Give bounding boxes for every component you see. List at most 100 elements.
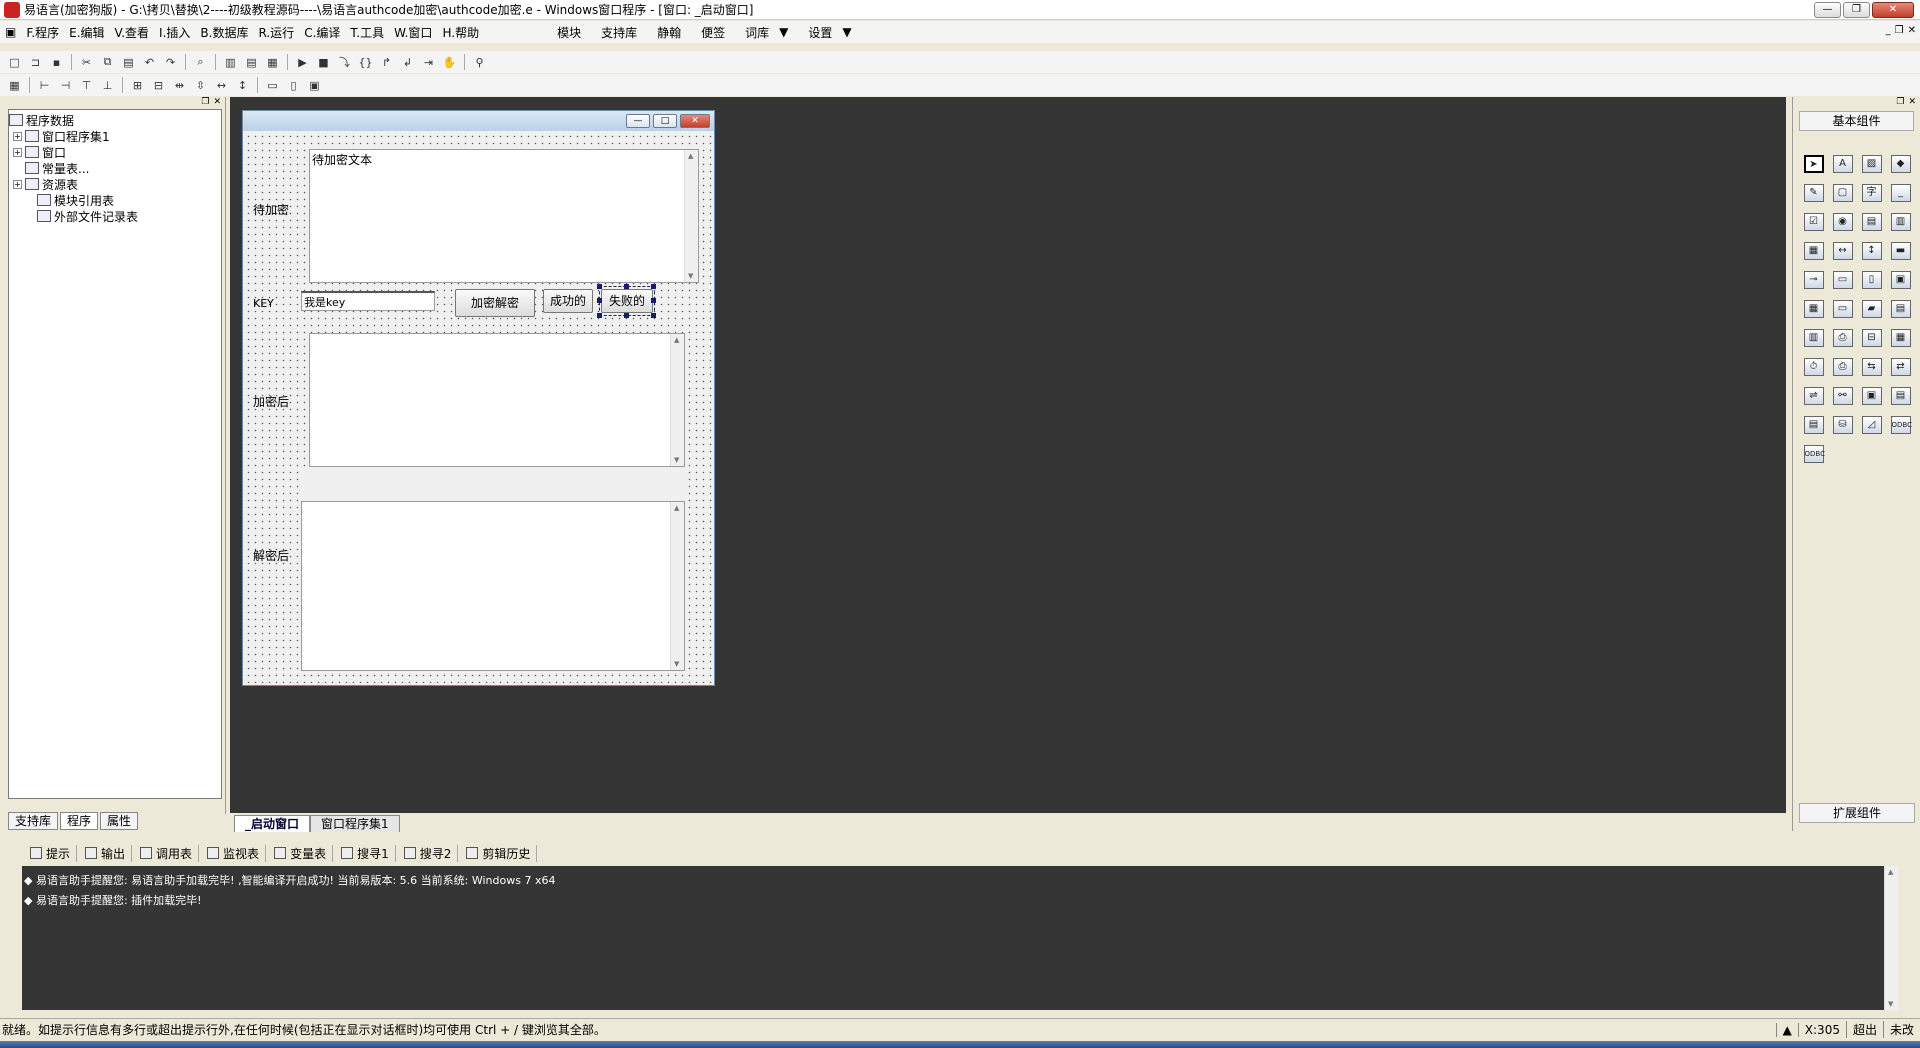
- grid-tool-icon[interactable]: ▦: [1799, 236, 1828, 265]
- new-file-icon[interactable]: □: [6, 54, 23, 70]
- align-bottom-icon[interactable]: ⊥: [99, 77, 116, 93]
- stop-icon[interactable]: ■: [315, 54, 332, 70]
- tab-program[interactable]: 程序: [60, 812, 99, 830]
- close-button[interactable]: ✕: [1872, 2, 1914, 18]
- menu-database[interactable]: B.数据库: [195, 24, 253, 41]
- print-tool-icon[interactable]: ⎙: [1828, 352, 1857, 381]
- network2-tool-icon[interactable]: ⇄: [1886, 352, 1915, 381]
- table-tool-icon[interactable]: ▦: [1886, 323, 1915, 352]
- panel-tool-icon[interactable]: ▤: [1886, 381, 1915, 410]
- step-3-icon[interactable]: ↱: [378, 54, 395, 70]
- radio-tool-icon[interactable]: ◉: [1828, 207, 1857, 236]
- tab-tool-icon[interactable]: ▭: [1828, 265, 1857, 294]
- edit-tool-icon[interactable]: ✎: [1799, 178, 1828, 207]
- resize-handle[interactable]: [597, 284, 602, 289]
- resize-handle[interactable]: [597, 313, 602, 318]
- output-scrollbar[interactable]: ▲ ▼: [1884, 866, 1898, 1010]
- center-v-icon[interactable]: ⊟: [150, 77, 167, 93]
- menu-jinghan[interactable]: 静翰: [652, 24, 686, 41]
- tab-variables[interactable]: 变量表: [268, 844, 334, 862]
- tree-node-module-refs[interactable]: 模块引用表: [9, 192, 221, 208]
- center-h-icon[interactable]: ⊞: [129, 77, 146, 93]
- cut-icon[interactable]: ✂: [78, 54, 95, 70]
- input-key[interactable]: 我是key: [301, 291, 435, 311]
- tree-node-root[interactable]: 程序数据: [9, 112, 221, 128]
- mdi-close-icon[interactable]: ✕: [1908, 25, 1916, 36]
- tab-startup-window[interactable]: _启动窗口: [234, 815, 311, 832]
- vscroll-tool-icon[interactable]: ↕: [1857, 236, 1886, 265]
- pointer-tool-icon[interactable]: ➤: [1799, 149, 1828, 178]
- odbc-tool-icon[interactable]: ODBC: [1886, 410, 1915, 439]
- tab-search1[interactable]: 搜寻1: [335, 844, 396, 862]
- tab-properties[interactable]: 属性: [100, 812, 139, 830]
- picture-tool-icon[interactable]: ▨: [1857, 149, 1886, 178]
- maximize-button[interactable]: ❐: [1843, 2, 1870, 18]
- window-tool-icon[interactable]: ▣: [1857, 381, 1886, 410]
- find-icon[interactable]: ⌕: [192, 54, 209, 70]
- menu-run[interactable]: R.运行: [253, 24, 299, 41]
- tab-call-stack[interactable]: 调用表: [134, 844, 200, 862]
- redo-icon[interactable]: ↷: [162, 54, 179, 70]
- text-tool-icon[interactable]: 字: [1857, 178, 1886, 207]
- step-5-icon[interactable]: ⇥: [420, 54, 437, 70]
- size-h-icon[interactable]: ▯: [285, 77, 302, 93]
- split-tool-icon[interactable]: ⊟: [1857, 323, 1886, 352]
- decrypted-scrollbar[interactable]: ▲ ▼: [670, 502, 684, 670]
- resize-handle[interactable]: [651, 284, 656, 289]
- form-minimize-icon[interactable]: —: [626, 114, 650, 128]
- form-maximize-icon[interactable]: □: [653, 114, 677, 128]
- success-button[interactable]: 成功的: [543, 289, 593, 313]
- menu-dict[interactable]: 词库: [740, 24, 774, 41]
- input-plaintext[interactable]: 待加密文本 ▲ ▼: [309, 149, 699, 283]
- tab-output[interactable]: 输出: [79, 844, 133, 862]
- dict-dropdown-icon[interactable]: ▼: [774, 25, 793, 39]
- tree-node-external-files[interactable]: 外部文件记录表: [9, 208, 221, 224]
- grid-icon[interactable]: ▦: [6, 77, 23, 93]
- same-width-icon[interactable]: ↔: [213, 77, 230, 93]
- frame-tool-icon[interactable]: ▣: [1886, 265, 1915, 294]
- connect-tool-icon[interactable]: ⇌: [1799, 381, 1828, 410]
- form-close-icon[interactable]: ✕: [680, 114, 710, 128]
- paste-icon[interactable]: ▤: [120, 54, 137, 70]
- folder-tool-icon[interactable]: ▰: [1857, 294, 1886, 323]
- hscroll-tool-icon[interactable]: ↔: [1828, 236, 1857, 265]
- database-tool-icon[interactable]: ⛁: [1828, 410, 1857, 439]
- menu-help[interactable]: H.帮助: [437, 24, 484, 41]
- resize-handle[interactable]: [624, 284, 629, 289]
- network-tool-icon[interactable]: ⇆: [1857, 352, 1886, 381]
- layout-2-icon[interactable]: ▤: [243, 54, 260, 70]
- chart-tool-icon[interactable]: ◿: [1857, 410, 1886, 439]
- copy-icon[interactable]: ⧉: [99, 54, 116, 70]
- label-tool-icon[interactable]: A: [1828, 149, 1857, 178]
- step-1-icon[interactable]: ⤵: [336, 54, 353, 70]
- status-arrow-icon[interactable]: ▲: [1775, 1022, 1798, 1037]
- open-folder-icon[interactable]: ⊐: [27, 54, 44, 70]
- mdi-minimize-icon[interactable]: _: [1886, 25, 1891, 36]
- size-w-icon[interactable]: ▭: [264, 77, 281, 93]
- tab-search2[interactable]: 搜寻2: [398, 844, 459, 862]
- odbc2-tool-icon[interactable]: ODBC: [1799, 439, 1828, 468]
- menu-notes[interactable]: 便签: [696, 24, 730, 41]
- output-encrypted[interactable]: ▲ ▼: [309, 333, 685, 467]
- toolbar-tool-icon[interactable]: ▥: [1799, 323, 1828, 352]
- progress-tool-icon[interactable]: ▬: [1886, 236, 1915, 265]
- combobox-tool-icon[interactable]: ▥: [1886, 207, 1915, 236]
- settings-dropdown-icon[interactable]: ▼: [837, 25, 856, 39]
- resize-handle[interactable]: [651, 298, 656, 303]
- align-left-icon[interactable]: ⊢: [36, 77, 53, 93]
- menu-module[interactable]: 模块: [552, 24, 586, 41]
- tree-node-assembly[interactable]: + 窗口程序集1: [9, 128, 221, 144]
- panel-restore-icon[interactable]: ❐: [201, 97, 209, 109]
- menu-settings[interactable]: 设置: [803, 24, 837, 41]
- menu-insert[interactable]: I.插入: [154, 24, 195, 41]
- listbox-tool-icon[interactable]: ▤: [1857, 207, 1886, 236]
- tab-clip-history[interactable]: 剪辑历史: [460, 844, 538, 862]
- menu-window[interactable]: W.窗口: [389, 24, 437, 41]
- menu-support-lib[interactable]: 支持库: [596, 24, 642, 41]
- shape-tool-icon[interactable]: ◆: [1886, 149, 1915, 178]
- same-height-icon[interactable]: ↕: [234, 77, 251, 93]
- scrollbar-tool-icon[interactable]: ▯: [1857, 265, 1886, 294]
- timer-tool-icon[interactable]: ⏱: [1799, 352, 1828, 381]
- tree-node-window[interactable]: + 窗口: [9, 144, 221, 160]
- design-form[interactable]: — □ ✕ 待加密 待加密文本 ▲ ▼ KEY 我是key 加密解密 成功的 失败…: [242, 110, 715, 686]
